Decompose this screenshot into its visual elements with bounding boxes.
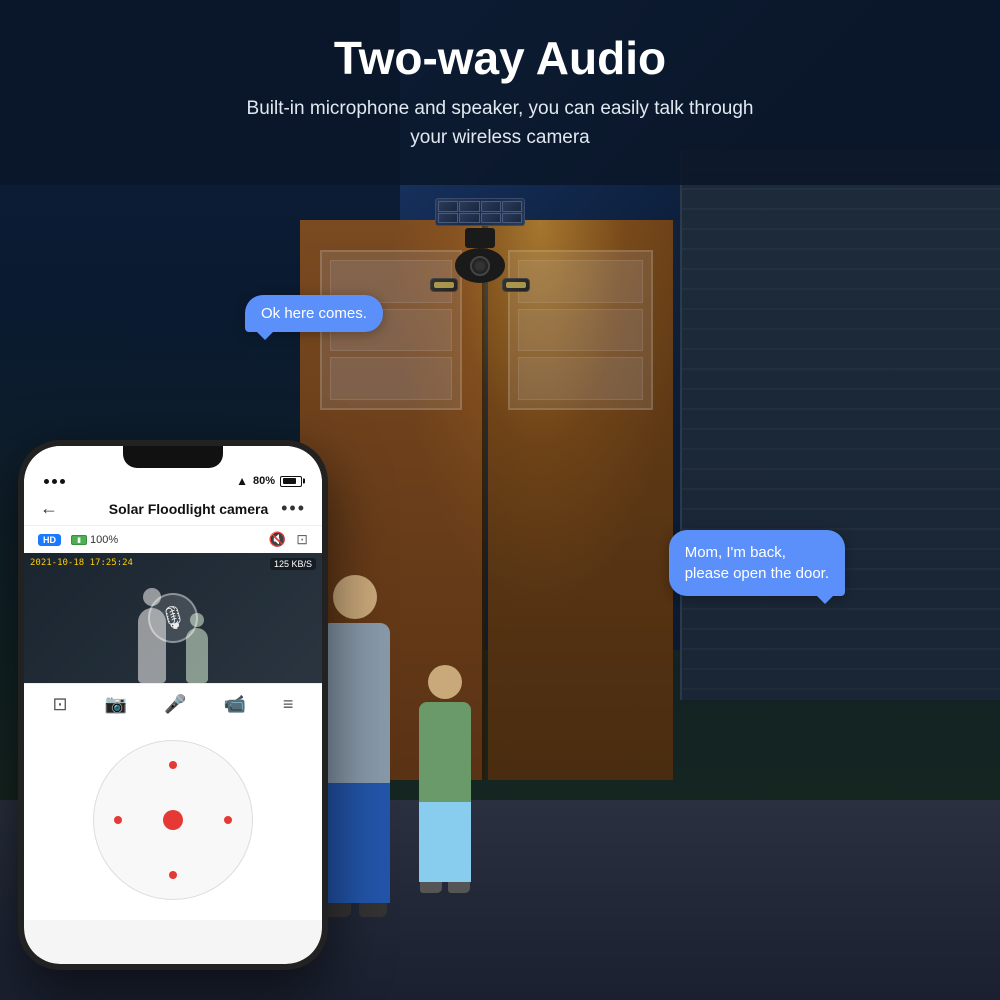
hd-badge: HD <box>38 534 61 546</box>
battery-percentage: 80% <box>253 475 275 487</box>
camera-mount <box>465 228 495 248</box>
battery-icon: ▮ <box>71 535 87 545</box>
frame-button[interactable]: ⊡ <box>53 694 68 715</box>
joystick-center[interactable] <box>163 810 183 830</box>
floodlight-right <box>502 278 530 292</box>
adult-pants <box>320 783 390 903</box>
child-body <box>419 702 471 802</box>
battery-bar <box>280 476 302 487</box>
phone-screen: ▲ 80% ← Solar Floodlight camera ••• HD ▮… <box>24 446 322 964</box>
battery-indicator: ▮ 100% <box>71 534 118 546</box>
phone-mockup: ▲ 80% ← Solar Floodlight camera ••• HD ▮… <box>18 440 328 970</box>
joystick[interactable] <box>93 740 253 900</box>
camera-lens <box>470 256 490 276</box>
mic-overlay-button[interactable]: 🎙 <box>148 593 198 643</box>
phone-notch <box>123 446 223 468</box>
solar-panel <box>435 198 525 226</box>
floodlight-left <box>430 278 458 292</box>
camera-controls-bar: HD ▮ 100% 🔇 ⊡ <box>24 526 322 553</box>
nav-title: Solar Floodlight camera <box>66 501 311 517</box>
joystick-right[interactable] <box>224 816 232 824</box>
snapshot-button[interactable]: 📷 <box>105 694 127 715</box>
speech-bubble-right: Mom, I'm back,please open the door. <box>669 530 845 596</box>
fullscreen-button[interactable]: ⊡ <box>296 531 308 548</box>
wall-right <box>680 150 1000 700</box>
child-pants <box>419 802 471 882</box>
person-child <box>410 665 480 905</box>
camera-body <box>455 248 505 283</box>
people-scene <box>310 575 480 905</box>
joystick-area <box>24 725 322 920</box>
settings-button[interactable]: ≡ <box>283 694 294 715</box>
battery-fill <box>283 478 297 484</box>
signal-dots <box>44 479 65 484</box>
door-right <box>488 220 673 780</box>
speech-bubble-left: Ok here comes. <box>245 295 383 332</box>
back-button[interactable]: ← <box>40 498 58 519</box>
joystick-up[interactable] <box>169 761 177 769</box>
wifi-icon: ▲ <box>236 474 248 488</box>
app-nav: ← Solar Floodlight camera ••• <box>24 492 322 526</box>
joystick-left[interactable] <box>114 816 122 824</box>
child-shoes <box>410 882 480 893</box>
video-feed: 2021-10-18 17:25:24 125 KB/S 🎙 <box>24 553 322 683</box>
battery-level: 100% <box>90 534 118 546</box>
subtitle: Built-in microphone and speaker, you can… <box>247 95 754 152</box>
header-section: Two-way Audio Built-in microphone and sp… <box>0 0 1000 185</box>
adult-head <box>333 575 377 619</box>
bottom-toolbar: ⊡ 📷 🎤 📹 ≡ <box>24 683 322 725</box>
video-record-button[interactable]: 📹 <box>223 694 245 715</box>
solar-camera <box>430 198 530 292</box>
child-head <box>428 665 462 699</box>
mic-button[interactable]: 🎤 <box>164 694 186 715</box>
page-title: Two-way Audio <box>334 33 666 84</box>
mute-button[interactable]: 🔇 <box>269 531 286 548</box>
nav-menu-button[interactable]: ••• <box>281 498 306 519</box>
adult-body <box>320 623 390 783</box>
status-right: ▲ 80% <box>236 474 302 488</box>
joystick-down[interactable] <box>169 871 177 879</box>
